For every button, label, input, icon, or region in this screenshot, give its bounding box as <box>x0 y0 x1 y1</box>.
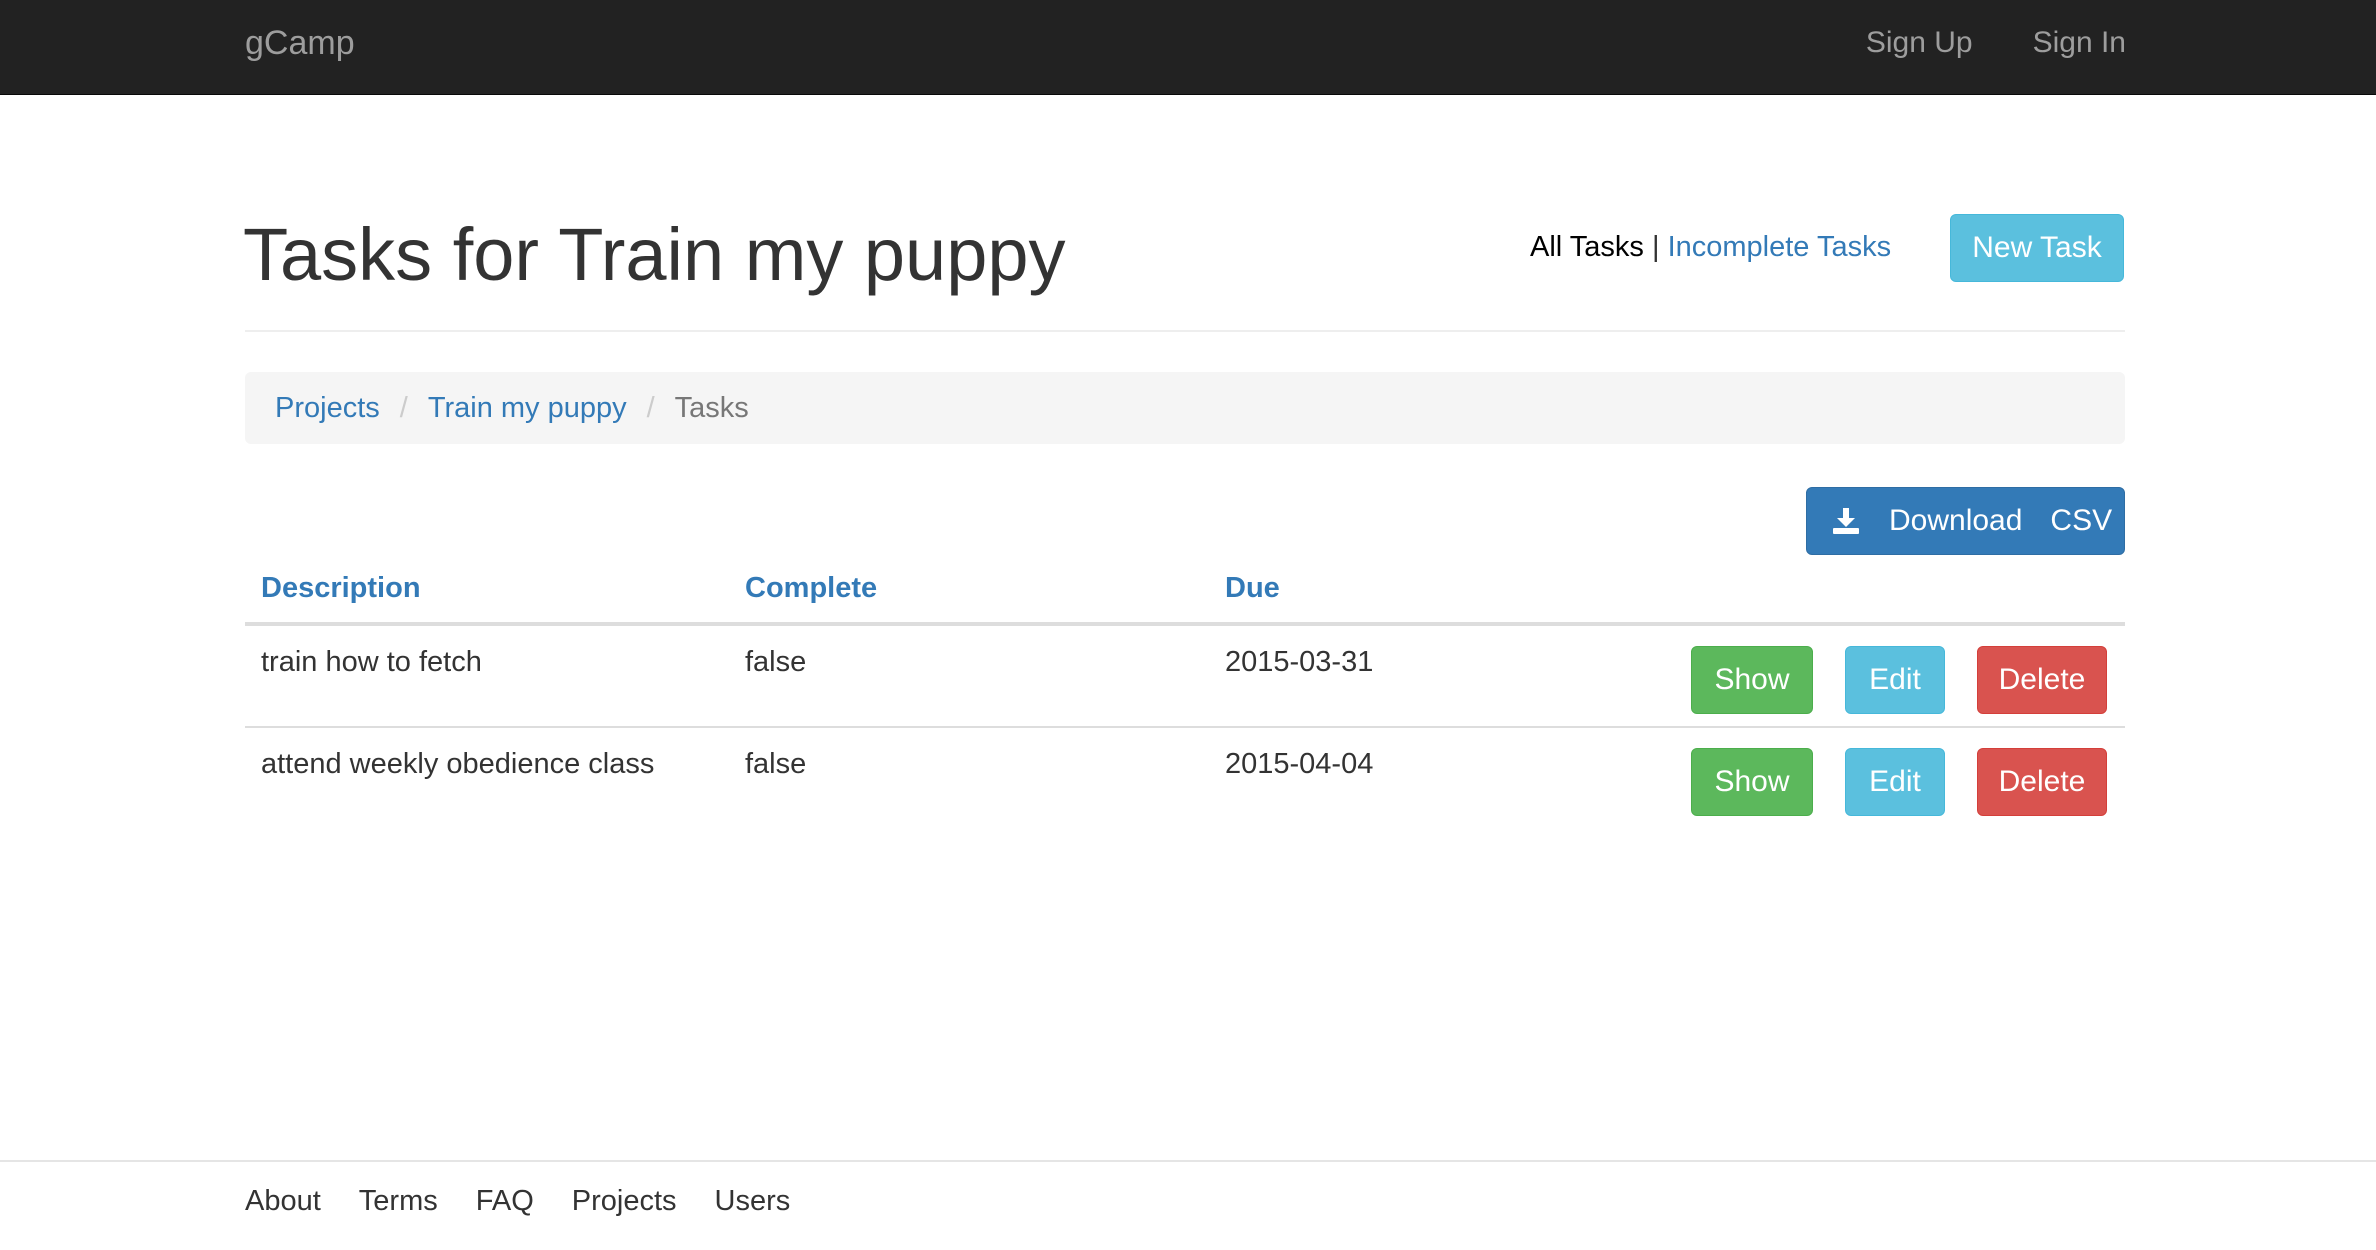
task-description: attend weekly obedience class <box>261 748 655 780</box>
breadcrumb-separator: / <box>399 391 408 424</box>
sign-up-link[interactable]: Sign Up <box>1866 22 1973 64</box>
table-row: attend weekly obedience class false 2015… <box>245 728 2125 830</box>
download-icon <box>1833 508 1859 534</box>
csv-label: CSV <box>2050 504 2113 537</box>
brand-link[interactable]: gCamp <box>245 22 355 64</box>
tasks-table: Description Complete Due train how to fe… <box>245 560 2125 830</box>
download-label: Download <box>1889 504 2023 537</box>
navbar-right-links: Sign Up Sign In <box>1866 22 2126 64</box>
sign-in-link[interactable]: Sign In <box>2033 22 2126 64</box>
footer-divider <box>0 1160 2376 1162</box>
delete-button[interactable]: Delete <box>1977 748 2107 816</box>
top-navbar: gCamp Sign Up Sign In <box>0 0 2376 95</box>
title-divider <box>245 330 2125 332</box>
delete-button[interactable]: Delete <box>1977 646 2107 714</box>
breadcrumb: Projects / Train my puppy / Tasks <box>245 372 2125 444</box>
edit-button[interactable]: Edit <box>1845 646 1945 714</box>
task-filters: All Tasks | Incomplete Tasks <box>1530 227 1891 267</box>
table-row: train how to fetch false 2015-03-31 Show… <box>245 626 2125 728</box>
footer-faq-link[interactable]: FAQ <box>476 1180 534 1222</box>
breadcrumb-projects-link[interactable]: Projects <box>275 392 380 425</box>
download-csv-button[interactable]: Download CSV <box>1806 487 2125 555</box>
task-complete: false <box>745 646 807 678</box>
row-actions: Show Edit Delete <box>1691 646 2107 714</box>
column-header-due[interactable]: Due <box>1225 572 1280 605</box>
column-header-complete[interactable]: Complete <box>745 572 877 605</box>
task-complete: false <box>745 748 807 780</box>
new-task-button[interactable]: New Task <box>1950 214 2124 282</box>
page-title: Tasks for Train my puppy <box>243 213 1066 296</box>
breadcrumb-separator: / <box>646 391 655 424</box>
footer-nav: About Terms FAQ Projects Users <box>245 1180 790 1222</box>
filter-separator: | <box>1651 231 1660 263</box>
footer-terms-link[interactable]: Terms <box>359 1180 438 1222</box>
show-button[interactable]: Show <box>1691 748 1813 816</box>
footer-about-link[interactable]: About <box>245 1180 321 1222</box>
breadcrumb-project-link[interactable]: Train my puppy <box>428 392 627 425</box>
footer-projects-link[interactable]: Projects <box>572 1180 677 1222</box>
task-due: 2015-04-04 <box>1225 748 1374 780</box>
filter-all-tasks: All Tasks <box>1530 231 1644 263</box>
footer-users-link[interactable]: Users <box>715 1180 791 1222</box>
task-description: train how to fetch <box>261 646 482 678</box>
table-header: Description Complete Due <box>245 560 2125 626</box>
filter-incomplete-tasks-link[interactable]: Incomplete Tasks <box>1668 231 1892 263</box>
show-button[interactable]: Show <box>1691 646 1813 714</box>
row-actions: Show Edit Delete <box>1691 748 2107 816</box>
breadcrumb-current: Tasks <box>674 391 749 424</box>
task-due: 2015-03-31 <box>1225 646 1374 678</box>
edit-button[interactable]: Edit <box>1845 748 1945 816</box>
column-header-description[interactable]: Description <box>261 572 421 605</box>
